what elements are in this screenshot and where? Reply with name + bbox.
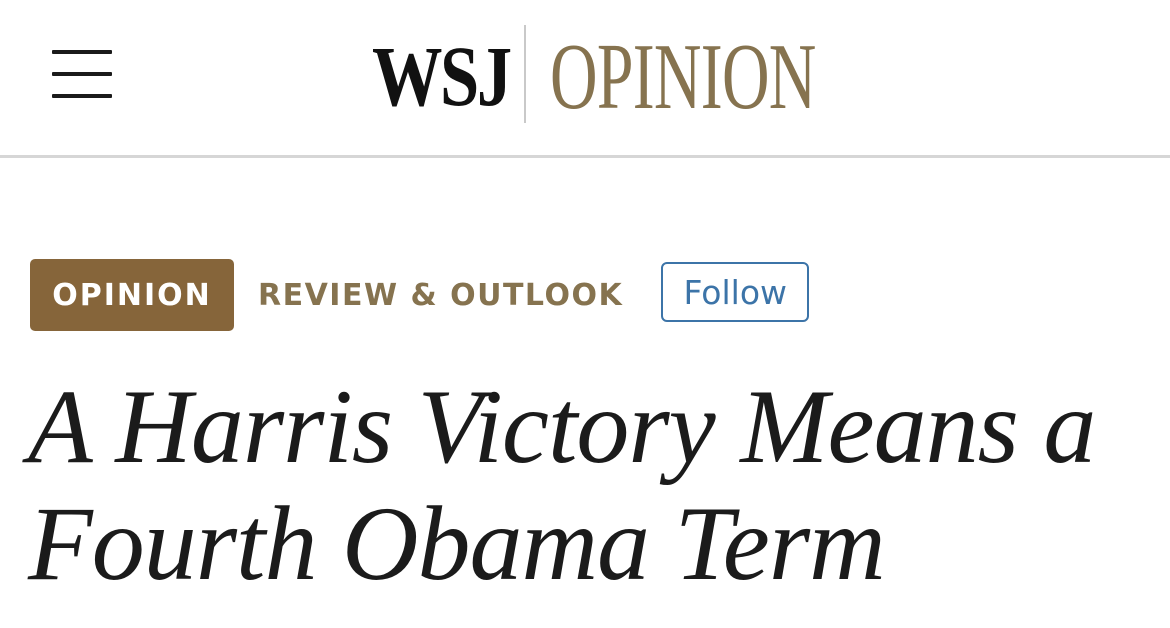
opinion-badge: OPINION: [30, 259, 234, 331]
follow-button[interactable]: Follow: [661, 262, 810, 322]
top-bar: WSJ OPINION: [0, 0, 1170, 158]
hamburger-menu-icon[interactable]: [52, 50, 112, 100]
menu-line: [52, 72, 112, 76]
article-headline: A Harris Victory Means a Fourth Obama Te…: [28, 368, 1096, 602]
section-link-review-outlook[interactable]: REVIEW & OUTLOOK: [258, 278, 623, 313]
menu-line: [52, 94, 112, 98]
wsj-opinion-logo[interactable]: WSJ OPINION: [372, 24, 929, 124]
logo-opinion: OPINION: [550, 25, 816, 129]
article-tag-row: OPINION REVIEW & OUTLOOK Follow: [30, 259, 810, 331]
logo-wsj: WSJ: [372, 28, 512, 124]
menu-line: [52, 50, 112, 54]
logo-divider: [524, 25, 526, 123]
